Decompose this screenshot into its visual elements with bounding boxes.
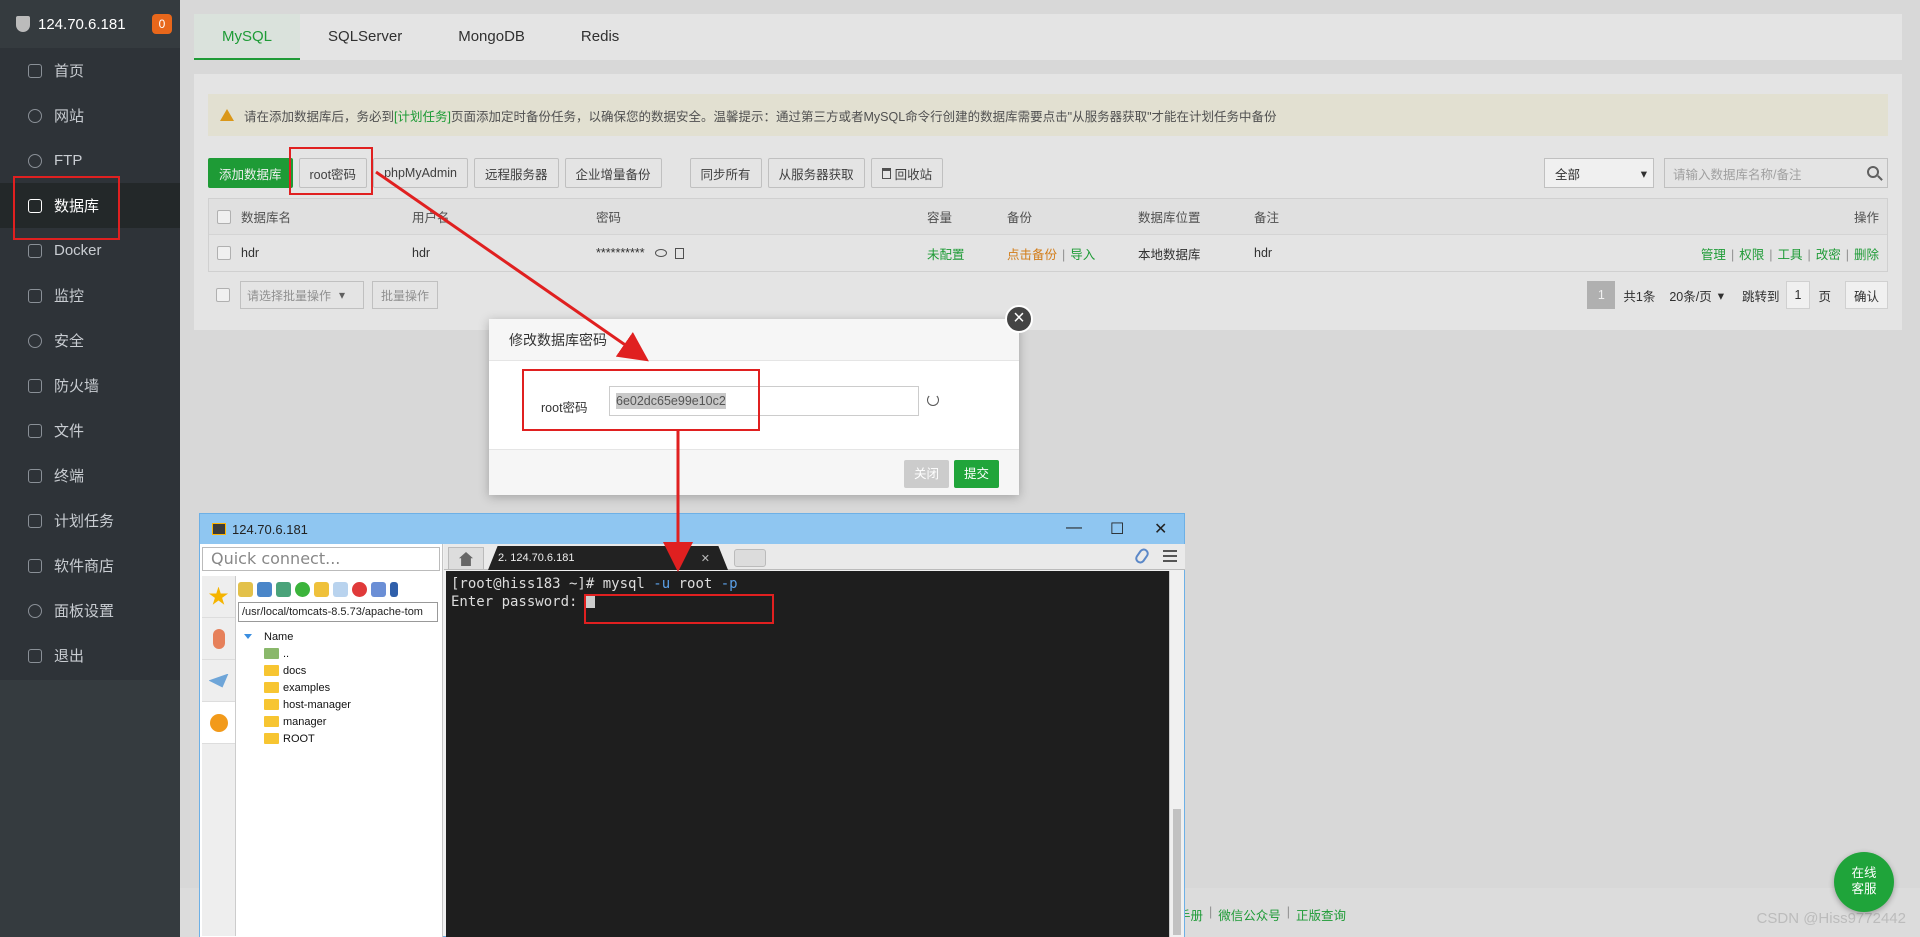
monitor-icon: [28, 288, 42, 303]
tree-header[interactable]: Name: [244, 628, 351, 645]
sftp-toolbar: [238, 578, 398, 600]
firewall-icon: [28, 378, 42, 393]
settings-icon: [28, 603, 42, 618]
annotation-box-root-button: [289, 147, 373, 195]
terminal-scrollbar[interactable]: [1169, 571, 1184, 937]
parent-folder-icon: [264, 648, 279, 659]
xshell-app-icon: [212, 523, 226, 535]
tree-item[interactable]: host-manager: [264, 696, 351, 713]
message-badge[interactable]: 0: [152, 14, 172, 34]
globe-icon: [209, 713, 228, 732]
annotation-box-terminal: [584, 594, 774, 624]
terminal-line-1: [root@hiss183 ~]# mysql -u root -p: [451, 576, 738, 592]
modal-close-button[interactable]: 关闭: [903, 460, 949, 488]
tree-item[interactable]: docs: [264, 662, 351, 679]
sidebar-item-logout[interactable]: 退出: [0, 633, 180, 678]
online-support-button[interactable]: 在线 客服: [1834, 852, 1894, 912]
remote-path-select[interactable]: /usr/local/tomcats-8.5.73/apache-tom: [238, 602, 438, 622]
tree-item[interactable]: ROOT: [264, 730, 351, 747]
xshell-titlebar[interactable]: 124.70.6.181: [200, 514, 1184, 544]
xshell-title: 124.70.6.181: [232, 521, 308, 537]
folder-icon: [264, 716, 279, 727]
minimize-icon[interactable]: —: [1066, 519, 1082, 537]
modal-submit-button[interactable]: 提交: [953, 460, 999, 488]
home-tab-icon[interactable]: [448, 547, 484, 569]
delete-icon[interactable]: [352, 581, 367, 597]
apps-icon: [28, 558, 42, 573]
modal-title: 修改数据库密码: [489, 319, 1019, 361]
menu-icon[interactable]: [1163, 550, 1177, 562]
close-icon[interactable]: ✕: [1154, 519, 1167, 539]
sidebar-item-cron[interactable]: 计划任务: [0, 498, 180, 543]
sidebar-item-monitor[interactable]: 监控: [0, 273, 180, 318]
new-folder-icon[interactable]: [314, 581, 329, 597]
folder-icon: [264, 665, 279, 676]
expand-arrow-icon: [244, 634, 252, 639]
paper-plane-icon: [208, 673, 229, 688]
annotation-box-password: [522, 369, 760, 431]
session-tab-label: 2. 124.70.6.181: [498, 552, 575, 564]
scroll-thumb[interactable]: [1173, 809, 1181, 935]
sidebar-item-security[interactable]: 安全: [0, 318, 180, 363]
hand-icon: [212, 628, 225, 649]
close-icon[interactable]: ×: [1005, 305, 1033, 333]
sidebar-item-terminal[interactable]: 终端: [0, 453, 180, 498]
server-header: 124.70.6.181 0: [0, 0, 180, 48]
refresh-icon[interactable]: [927, 394, 939, 406]
folder-icon: [264, 733, 279, 744]
logout-icon: [28, 648, 42, 663]
ftp-icon: [28, 153, 42, 168]
maximize-icon[interactable]: ☐: [1110, 519, 1124, 539]
up-folder-icon[interactable]: [238, 581, 253, 597]
file-tree: Name .. docs examples host-manager manag…: [244, 628, 351, 747]
session-tab[interactable]: 2. 124.70.6.181 ✕: [488, 546, 728, 570]
upload-icon[interactable]: [276, 581, 291, 597]
sidebar: 124.70.6.181 0 首页 网站 FTP 数据库 Docker 监控 安…: [0, 0, 180, 937]
modal-footer: 关闭 提交: [489, 449, 1019, 495]
shield-icon: [16, 16, 30, 32]
terminal-line-2: Enter password:: [451, 593, 1165, 611]
sidebar-menu: 首页 网站 FTP 数据库 Docker 监控 安全 防火墙 文件 终端 计划任…: [0, 48, 180, 680]
refresh-icon[interactable]: [295, 581, 310, 597]
tree-item[interactable]: ..: [264, 645, 351, 662]
folder-icon: [264, 699, 279, 710]
xshell-window: 124.70.6.181 — ☐ ✕ Quick connect... /usr…: [199, 513, 1185, 937]
terminal-icon: [28, 468, 42, 483]
annotation-box-database: [13, 176, 120, 240]
quick-connect-input[interactable]: Quick connect...: [202, 547, 440, 571]
session-tabbar: 2. 124.70.6.181 ✕: [444, 544, 1185, 570]
sftp-tab[interactable]: [202, 702, 235, 744]
sidebar-item-website[interactable]: 网站: [0, 93, 180, 138]
sidebar-item-home[interactable]: 首页: [0, 48, 180, 93]
new-tab-icon[interactable]: [734, 549, 766, 567]
rename-icon[interactable]: [371, 581, 386, 597]
send-tab[interactable]: [202, 660, 235, 702]
sidebar-item-store[interactable]: 软件商店: [0, 543, 180, 588]
tree-item[interactable]: manager: [264, 713, 351, 730]
server-ip: 124.70.6.181: [38, 15, 126, 33]
globe-icon: [28, 108, 42, 123]
info-icon[interactable]: [390, 581, 398, 597]
calendar-icon: [28, 513, 42, 528]
star-icon: [208, 586, 229, 605]
sidebar-item-firewall[interactable]: 防火墙: [0, 363, 180, 408]
sidebar-item-files[interactable]: 文件: [0, 408, 180, 453]
close-tab-icon[interactable]: ✕: [701, 552, 710, 565]
new-file-icon[interactable]: [333, 581, 348, 597]
side-tabs: [202, 576, 236, 936]
download-icon[interactable]: [257, 581, 272, 597]
shield-check-icon: [28, 333, 42, 348]
home-icon: [28, 63, 42, 78]
favorites-tab[interactable]: [202, 576, 235, 618]
tree-item[interactable]: examples: [264, 679, 351, 696]
terminal-output[interactable]: [root@hiss183 ~]# mysql -u root -p Enter…: [446, 571, 1170, 937]
folder-icon: [28, 423, 42, 438]
folder-icon: [264, 682, 279, 693]
tools-tab[interactable]: [202, 618, 235, 660]
sftp-panel: Quick connect... /usr/local/tomcats-8.5.…: [200, 544, 443, 937]
sidebar-item-settings[interactable]: 面板设置: [0, 588, 180, 633]
docker-icon: [28, 243, 42, 258]
paperclip-icon[interactable]: [1133, 546, 1151, 566]
